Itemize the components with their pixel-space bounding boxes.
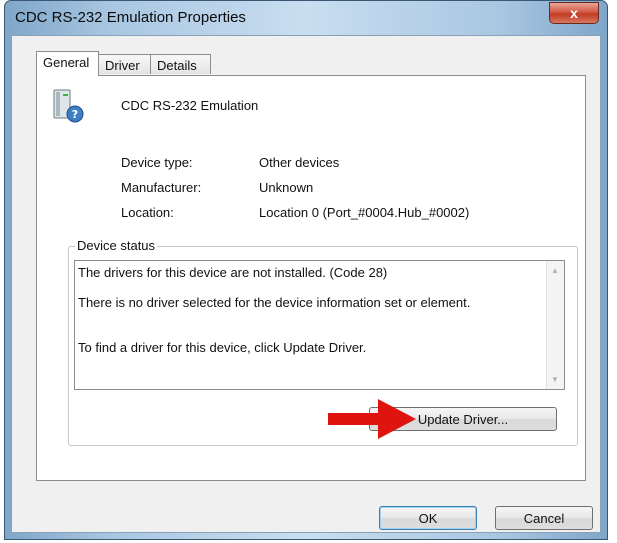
manufacturer-label: Manufacturer: [121,180,202,195]
tab-details[interactable]: Details [150,54,211,74]
device-name: CDC RS-232 Emulation [121,98,259,113]
scroll-down-icon[interactable]: ▼ [551,375,559,384]
device-status-textbox[interactable]: The drivers for this device are not inst… [74,260,565,390]
tab-driver[interactable]: Driver [98,54,151,74]
svg-text:?: ? [72,108,78,121]
general-tab-panel: ? CDC RS-232 Emulation Device type: Othe… [36,75,586,481]
status-scrollbar[interactable]: ▲ ▼ [546,261,564,389]
arrow-head [378,399,416,439]
tab-details-label: Details [157,58,197,73]
dialog-body: General Driver Details ? CDC RS-232 Emul… [11,35,601,533]
tab-driver-label: Driver [105,58,140,73]
location-value: Location 0 (Port_#0004.Hub_#0002) [259,205,470,220]
status-line: To find a driver for this device, click … [78,340,367,355]
scroll-up-icon[interactable]: ▲ [551,266,559,275]
device-status-text: The drivers for this device are not inst… [78,265,538,370]
close-icon: x [570,5,578,21]
tab-general[interactable]: General [36,51,99,76]
close-button[interactable]: x [549,2,599,24]
tab-general-label: General [43,55,90,70]
status-line: There is no driver selected for the devi… [78,295,471,310]
device-status-label: Device status [75,238,158,253]
red-arrow-annotation [328,399,416,439]
usb-device-unknown-icon: ? [53,89,84,123]
window-title: CDC RS-232 Emulation Properties [15,9,246,26]
device-status-group: Device status The drivers for this devic… [68,238,578,446]
arrow-shaft [328,413,380,425]
properties-dialog: CDC RS-232 Emulation Properties x Genera… [4,0,608,540]
manufacturer-value: Unknown [259,180,314,195]
cancel-button[interactable]: Cancel [495,506,593,530]
title-bar[interactable]: CDC RS-232 Emulation Properties x [5,1,607,35]
status-line: The drivers for this device are not inst… [78,265,388,280]
device-type-value: Other devices [259,155,340,170]
location-label: Location: [121,205,174,220]
ok-button[interactable]: OK [379,506,477,530]
device-type-label: Device type: [121,155,193,170]
